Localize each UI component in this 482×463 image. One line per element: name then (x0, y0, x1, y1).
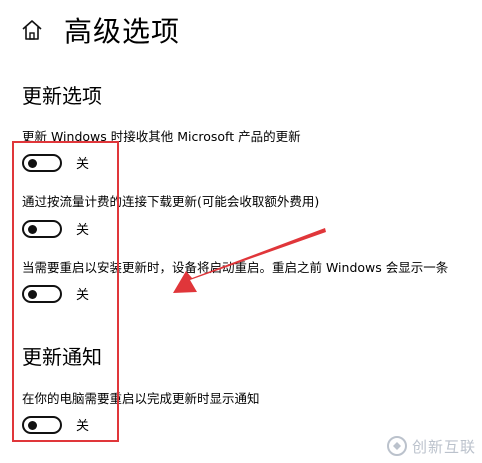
page-title: 高级选项 (64, 15, 181, 48)
watermark-text: 创新互联 (411, 437, 476, 456)
watermark: 创新互联 (386, 435, 476, 457)
home-icon[interactable] (20, 18, 44, 42)
watermark-logo-icon (386, 436, 407, 456)
section-title-update-options: 更新选项 (22, 84, 102, 108)
highlight-box (12, 141, 119, 442)
